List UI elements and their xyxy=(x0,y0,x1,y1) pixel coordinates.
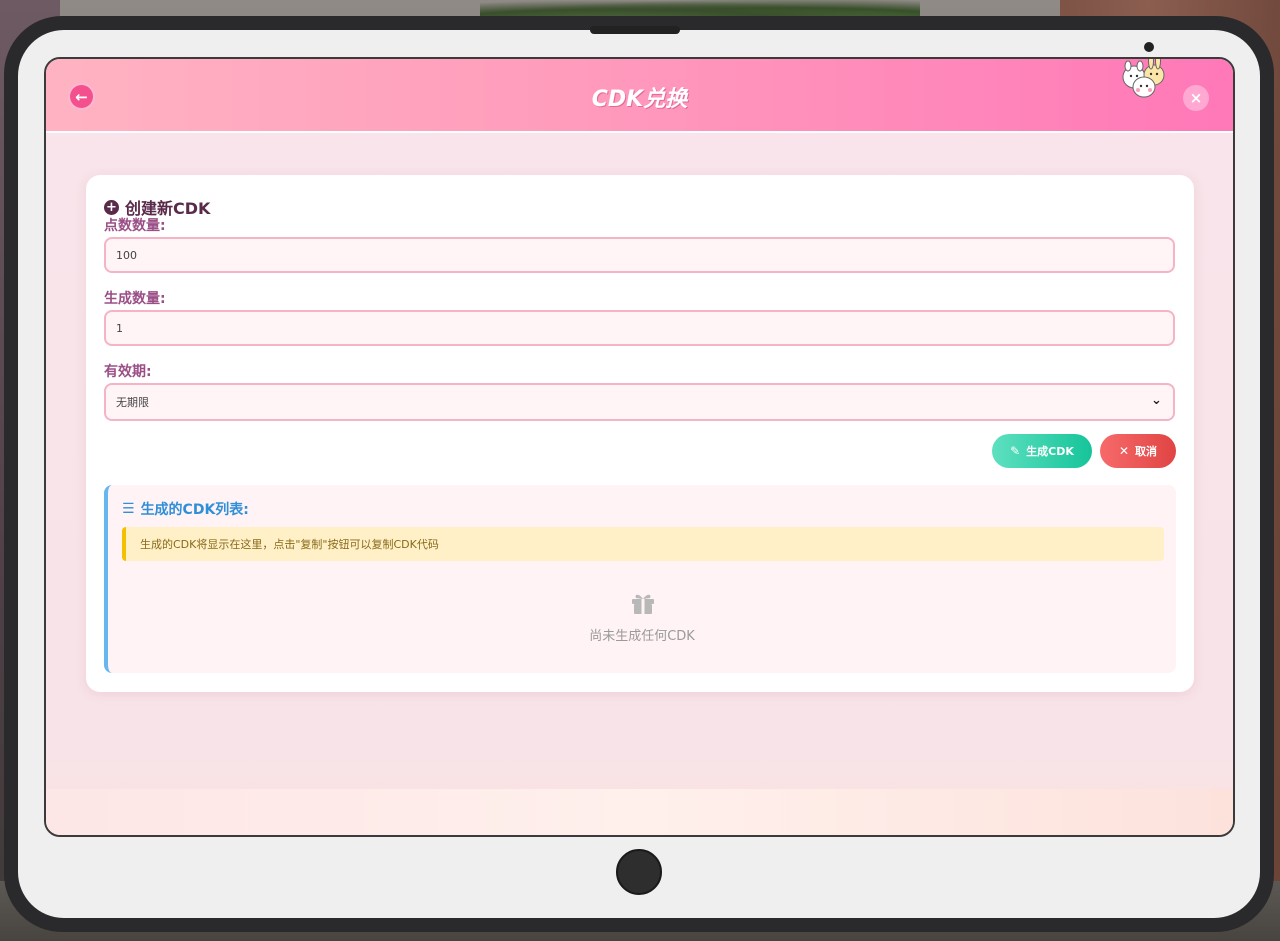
close-icon: × xyxy=(1189,89,1203,107)
info-notice-text: 生成的CDK将显示在这里，点击"复制"按钮可以复制CDK代码 xyxy=(140,538,439,551)
chevron-down-icon: ⌄ xyxy=(1151,393,1162,408)
gift-icon xyxy=(632,594,654,614)
count-value: 1 xyxy=(116,321,123,335)
cancel-button[interactable]: ✕ 取消 xyxy=(1100,434,1176,468)
plus-circle-icon: + xyxy=(104,199,119,215)
count-input[interactable]: 1 xyxy=(104,310,1175,346)
validity-value: 无期限 xyxy=(116,396,149,409)
tablet-speaker xyxy=(590,26,680,34)
cancel-label: 取消 xyxy=(1135,445,1158,458)
list-icon: ☰ xyxy=(122,501,135,517)
header-bar: ← CDK兑换 × xyxy=(46,59,1233,133)
generate-label: 生成CDK xyxy=(1026,445,1074,458)
cdk-list-panel: ☰ 生成的CDK列表: 生成的CDK将显示在这里，点击"复制"按钮可以复制CDK… xyxy=(104,485,1176,673)
empty-state-text: 尚未生成任何CDK xyxy=(589,629,695,644)
close-button[interactable]: × xyxy=(1183,85,1209,111)
pencil-icon: ✎ xyxy=(1010,444,1021,458)
count-label: 生成数量: xyxy=(104,291,166,307)
create-cdk-card: + 创建新CDK 点数数量: 100 生成数量: 1 有效期: 无期限 ⌄ ✎ … xyxy=(86,175,1194,692)
info-notice: 生成的CDK将显示在这里，点击"复制"按钮可以复制CDK代码 xyxy=(122,527,1164,561)
tablet-camera xyxy=(1144,42,1154,52)
screen-footer xyxy=(46,789,1233,835)
validity-select[interactable]: 无期限 ⌄ xyxy=(104,383,1175,421)
generate-cdk-button[interactable]: ✎ 生成CDK xyxy=(992,434,1092,468)
points-input[interactable]: 100 xyxy=(104,237,1175,273)
home-button[interactable] xyxy=(616,849,662,895)
validity-label: 有效期: xyxy=(104,364,152,380)
page-title: CDK兑换 xyxy=(591,87,688,112)
points-label: 点数数量: xyxy=(104,218,166,234)
cdk-list-title: ☰ 生成的CDK列表: xyxy=(122,499,249,519)
points-value: 100 xyxy=(116,248,137,262)
mascot-icon xyxy=(1122,59,1165,98)
tablet-screen: ← CDK兑换 × + 创建新CDK 点数数量: 100 生成数量: 1 有效期… xyxy=(44,57,1235,837)
close-icon: ✕ xyxy=(1118,444,1130,458)
cdk-list-title-text: 生成的CDK列表: xyxy=(140,502,249,518)
